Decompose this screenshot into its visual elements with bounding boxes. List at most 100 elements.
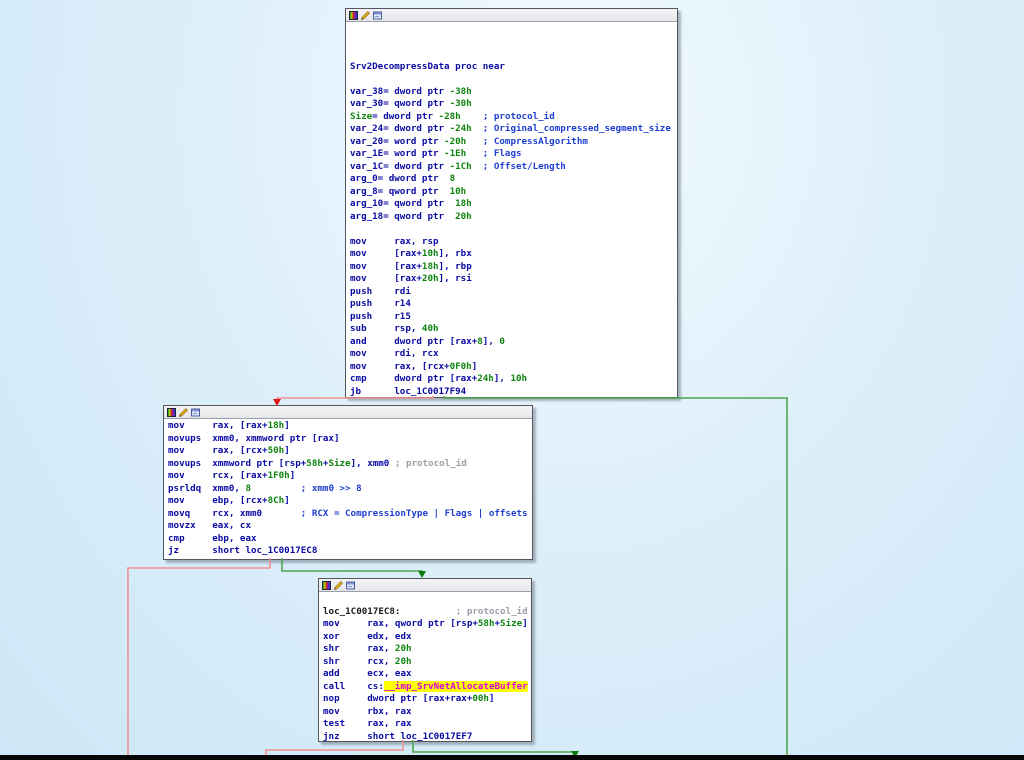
asm-line[interactable] — [350, 73, 677, 86]
asm-code-segment: cmp dword ptr [rax+ — [350, 373, 477, 384]
asm-line[interactable]: movzx eax, cx — [168, 520, 532, 533]
asm-code-segment: push rdi — [350, 286, 411, 297]
asm-line[interactable]: var_24= dword ptr -24h ; Original_compre… — [350, 123, 677, 136]
edit-node-icon[interactable] — [179, 408, 188, 417]
asm-code-segment: psrldq xmm0, — [168, 483, 245, 494]
graph-view[interactable]: Srv2DecompressData proc near var_38= dwo… — [0, 0, 1024, 760]
asm-line[interactable]: mov rax, qword ptr [rsp+58h+Size] — [323, 618, 531, 631]
asm-num-segment: 10h — [450, 186, 467, 197]
asm-num-segment: 24h — [477, 373, 494, 384]
node-titlebar[interactable] — [346, 9, 677, 22]
asm-code-segment: shr rax, — [323, 643, 395, 654]
asm-code-segment — [472, 123, 483, 134]
asm-code-segment: ] — [472, 361, 478, 372]
asm-line[interactable]: xor edx, edx — [323, 631, 531, 644]
asm-code-segment: var_1C= dword ptr — [350, 161, 450, 172]
set-node-color-icon[interactable] — [322, 581, 331, 590]
asm-line[interactable]: psrldq xmm0, 8 ; xmm0 >> 8 — [168, 483, 532, 496]
asm-comment-segment: ; Original_compressed_segment_size — [483, 123, 671, 134]
asm-num-segment: 18h — [268, 420, 285, 431]
asm-line[interactable]: var_1C= dword ptr -1Ch ; Offset/Length — [350, 161, 677, 174]
asm-line[interactable]: loc_1C0017EC8: ; protocol_id — [323, 606, 531, 619]
asm-code-segment: push r15 — [350, 311, 411, 322]
asm-line[interactable]: Size= dword ptr -28h ; protocol_id — [350, 111, 677, 124]
asm-num-segment: 0F0h — [450, 361, 472, 372]
asm-line[interactable]: arg_0= dword ptr 8 — [350, 173, 677, 186]
node-titlebar[interactable] — [319, 579, 531, 592]
asm-line[interactable]: mov rdi, rcx — [350, 348, 677, 361]
asm-code-segment: mov rcx, [rax+ — [168, 470, 268, 481]
edit-node-icon[interactable] — [334, 581, 343, 590]
asm-line[interactable]: mov rbx, rax — [323, 706, 531, 719]
asm-line[interactable]: jnz short loc_1C0017EF7 — [323, 731, 531, 744]
window-bottom-border — [0, 755, 1024, 760]
asm-line[interactable]: mov rax, [rcx+0F0h] — [350, 361, 677, 374]
asm-line[interactable] — [350, 223, 677, 236]
group-node-icon[interactable] — [191, 408, 200, 417]
asm-line[interactable]: add ecx, eax — [323, 668, 531, 681]
asm-code: Srv2DecompressData proc near var_38= dwo… — [346, 22, 677, 398]
asm-line[interactable]: cmp ebp, eax — [168, 533, 532, 546]
asm-line[interactable]: shr rcx, 20h — [323, 656, 531, 669]
asm-line[interactable]: nop dword ptr [rax+rax+00h] — [323, 693, 531, 706]
asm-line[interactable]: var_30= qword ptr -30h — [350, 98, 677, 111]
asm-num-segment: 58h — [306, 458, 323, 469]
asm-line[interactable]: mov ebp, [rcx+8Ch] — [168, 495, 532, 508]
graph-node-entry[interactable]: Srv2DecompressData proc near var_38= dwo… — [345, 8, 678, 398]
asm-line[interactable]: arg_18= qword ptr 20h — [350, 211, 677, 224]
asm-line[interactable]: movups xmmword ptr [rsp+58h+Size], xmm0 … — [168, 458, 532, 471]
asm-line[interactable]: arg_8= qword ptr 10h — [350, 186, 677, 199]
asm-line[interactable]: and dword ptr [rax+8], 0 — [350, 336, 677, 349]
asm-line[interactable]: mov [rax+20h], rsi — [350, 273, 677, 286]
asm-line[interactable]: mov [rax+10h], rbx — [350, 248, 677, 261]
asm-code-segment: jz short loc_1C0017EC8 — [168, 545, 317, 556]
asm-line[interactable]: push rdi — [350, 286, 677, 299]
edit-node-icon[interactable] — [361, 11, 370, 20]
asm-num-segment: 1F0h — [268, 470, 290, 481]
asm-line[interactable]: push r15 — [350, 311, 677, 324]
asm-line[interactable]: movups xmm0, xmmword ptr [rax] — [168, 433, 532, 446]
asm-line[interactable]: cmp dword ptr [rax+24h], 10h — [350, 373, 677, 386]
asm-line[interactable] — [350, 48, 677, 61]
asm-code-segment — [472, 161, 483, 172]
asm-code-segment: mov rbx, rax — [323, 706, 412, 717]
asm-code-segment: movq rcx, xmm0 — [168, 508, 301, 519]
asm-line[interactable]: push r14 — [350, 298, 677, 311]
asm-line[interactable] — [350, 23, 677, 36]
asm-line[interactable]: mov rax, rsp — [350, 236, 677, 249]
asm-line[interactable]: movq rcx, xmm0 ; RCX = CompressionType |… — [168, 508, 532, 521]
asm-code-segment: ], — [483, 336, 500, 347]
asm-line[interactable]: mov rax, [rax+18h] — [168, 420, 532, 433]
asm-line[interactable]: shr rax, 20h — [323, 643, 531, 656]
asm-line[interactable]: mov rcx, [rax+1F0h] — [168, 470, 532, 483]
group-node-icon[interactable] — [373, 11, 382, 20]
asm-line[interactable] — [350, 36, 677, 49]
asm-line[interactable]: sub rsp, 40h — [350, 323, 677, 336]
asm-num-segment: -28h — [439, 111, 461, 122]
graph-node-compare[interactable]: mov rax, [rax+18h]movups xmm0, xmmword p… — [163, 405, 533, 560]
asm-num-segment: Size — [350, 111, 372, 122]
asm-num-segment: 40h — [422, 323, 439, 334]
asm-line[interactable]: var_1E= word ptr -1Eh ; Flags — [350, 148, 677, 161]
asm-code-segment: mov rax, [rcx+ — [168, 445, 268, 456]
asm-code-segment: mov rax, rsp — [350, 236, 439, 247]
asm-line[interactable]: jb loc_1C0017F94 — [350, 386, 677, 399]
asm-line[interactable]: var_38= dword ptr -38h — [350, 86, 677, 99]
node-titlebar[interactable] — [164, 406, 532, 419]
asm-line[interactable]: call cs:__imp_SrvNetAllocateBuffer — [323, 681, 531, 694]
asm-line[interactable]: arg_10= qword ptr 18h — [350, 198, 677, 211]
asm-code-segment: nop dword ptr [rax+rax+ — [323, 693, 472, 704]
set-node-color-icon[interactable] — [167, 408, 176, 417]
asm-line[interactable]: mov rax, [rcx+50h] — [168, 445, 532, 458]
asm-code-segment: mov [rax+ — [350, 261, 422, 272]
graph-node-alloc[interactable]: loc_1C0017EC8: ; protocol_idmov rax, qwo… — [318, 578, 532, 742]
asm-code-segment: ] — [284, 420, 290, 431]
asm-line[interactable]: jz short loc_1C0017EC8 — [168, 545, 532, 558]
asm-line[interactable]: mov [rax+18h], rbp — [350, 261, 677, 274]
set-node-color-icon[interactable] — [349, 11, 358, 20]
group-node-icon[interactable] — [346, 581, 355, 590]
asm-line[interactable]: var_20= word ptr -20h ; CompressAlgorith… — [350, 136, 677, 149]
asm-line[interactable]: test rax, rax — [323, 718, 531, 731]
asm-line[interactable]: Srv2DecompressData proc near — [350, 61, 677, 74]
asm-line[interactable] — [323, 593, 531, 606]
